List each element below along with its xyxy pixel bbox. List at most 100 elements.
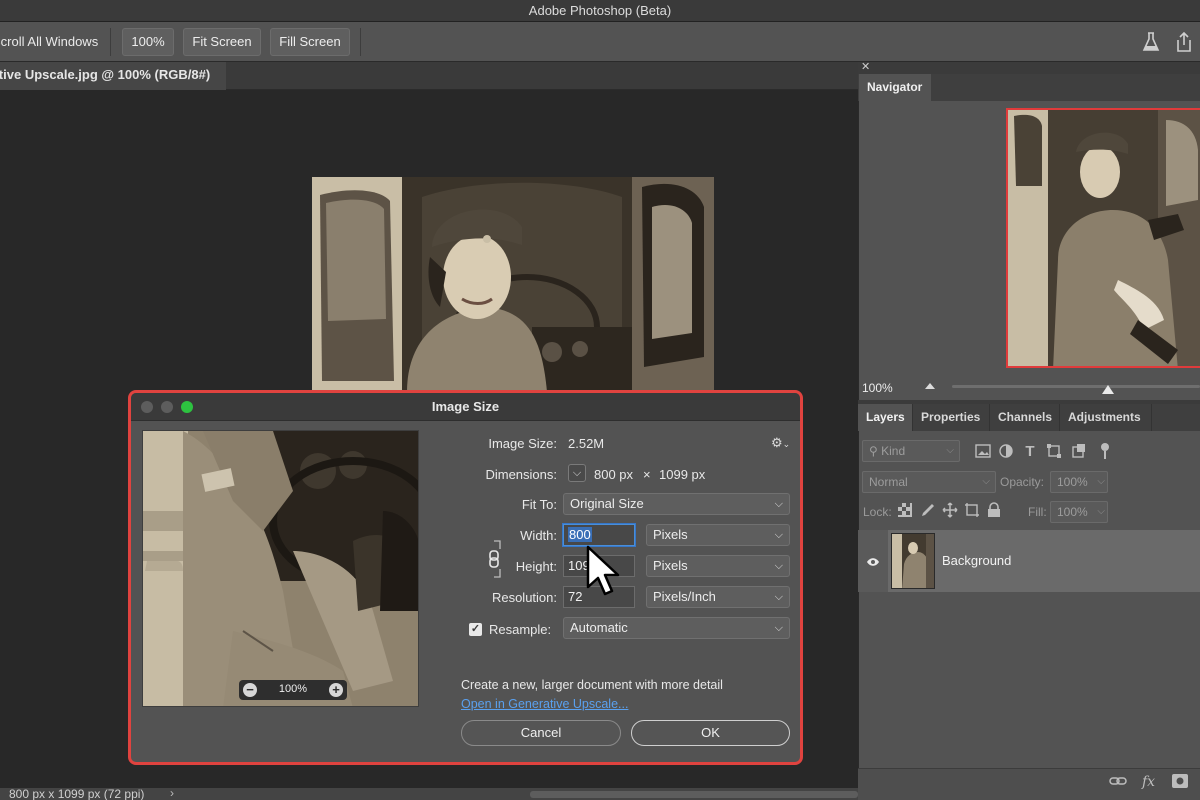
fit-screen-button[interactable]: Fit Screen	[183, 28, 261, 56]
chevron-down-icon: ⌵	[982, 476, 990, 487]
fit-to-select[interactable]: Original Size ⌵	[563, 493, 790, 515]
smart-object-filter-icon[interactable]	[1071, 443, 1087, 459]
chevron-right-icon[interactable]: ›	[170, 787, 174, 799]
ok-button[interactable]: OK	[631, 720, 790, 746]
fx-icon[interactable]: fx	[1142, 774, 1155, 790]
opacity-field[interactable]: 100% ⌵	[1050, 471, 1108, 493]
document-tab-strip	[226, 62, 858, 90]
search-icon: ⚲	[869, 444, 878, 458]
dimensions-times: ×	[643, 467, 651, 482]
layer-name[interactable]: Background	[942, 553, 1011, 568]
lock-artboard-icon[interactable]	[964, 502, 980, 523]
dimensions-height-value: 1099 px	[659, 467, 706, 482]
resolution-unit-select[interactable]: Pixels/Inch ⌵	[646, 586, 790, 608]
chevron-down-icon: ⌵	[572, 467, 582, 479]
width-unit-value: Pixels	[653, 527, 688, 542]
preview-zoom-control: − 100% +	[239, 680, 347, 700]
resample-value: Automatic	[570, 620, 628, 635]
navigator-zoom-value[interactable]: 100%	[862, 381, 893, 395]
link-layers-icon[interactable]	[1109, 774, 1127, 790]
close-icon[interactable]: ✕	[861, 60, 870, 73]
tab-navigator[interactable]: Navigator	[859, 74, 931, 101]
fill-screen-button[interactable]: Fill Screen	[270, 28, 350, 56]
width-input[interactable]: 800	[563, 524, 635, 546]
layer-thumbnail[interactable]	[891, 533, 935, 589]
zoom-out-mountain-icon[interactable]	[925, 383, 935, 389]
image-filter-icon[interactable]	[975, 443, 991, 459]
resample-checkbox[interactable]: ✓	[469, 623, 482, 636]
width-input-value: 800	[568, 527, 592, 542]
resample-label: Resample:	[489, 622, 552, 637]
horizontal-scrollbar[interactable]	[530, 791, 858, 798]
blend-mode-value: Normal	[869, 475, 908, 489]
height-label: Height:	[515, 559, 557, 574]
width-unit-select[interactable]: Pixels ⌵	[646, 524, 790, 546]
blend-mode-select[interactable]: Normal ⌵	[862, 471, 996, 493]
tab-channels[interactable]: Channels	[990, 404, 1060, 431]
document-tab-title: Generative Upscale.jpg @ 100% (RGB/8#)	[0, 67, 211, 82]
document-dimensions-status: 800 px x 1099 px (72 ppi)	[9, 787, 145, 800]
image-size-preview[interactable]: − 100% +	[142, 430, 419, 707]
dimensions-label: Dimensions:	[485, 467, 557, 482]
zoom-in-icon[interactable]: +	[329, 683, 343, 697]
document-tab[interactable]: Generative Upscale.jpg @ 100% (RGB/8#)	[0, 62, 226, 90]
image-size-dialog: Image Size − 100% + Image Size: 2.52M ⚙⌄…	[128, 390, 803, 765]
adjustment-filter-icon[interactable]	[998, 443, 1014, 459]
eye-icon[interactable]	[866, 554, 880, 572]
status-bar: 800 px x 1099 px (72 ppi) ›	[0, 787, 858, 800]
add-mask-icon[interactable]	[1172, 774, 1188, 791]
image-size-label: Image Size:	[488, 436, 557, 451]
generative-upscale-info: Create a new, larger document with more …	[461, 678, 723, 692]
tab-layers[interactable]: Layers	[858, 404, 913, 431]
lock-all-icon[interactable]	[987, 502, 1001, 523]
chevron-down-icon: ⌵	[774, 591, 783, 603]
dimensions-units-dropdown[interactable]: ⌵	[568, 464, 586, 482]
fill-label: Fill:	[1028, 505, 1047, 519]
tab-properties[interactable]: Properties	[913, 404, 990, 431]
fill-field[interactable]: 100% ⌵	[1050, 501, 1108, 523]
flask-icon[interactable]	[1137, 28, 1165, 56]
layer-kind-filter[interactable]: ⚲ Kind ⌵	[862, 440, 960, 462]
fit-to-label: Fit To:	[521, 497, 557, 512]
shape-filter-icon[interactable]	[1046, 443, 1062, 459]
layer-kind-filter-label: Kind	[881, 444, 906, 458]
scroll-all-windows-checkbox-label[interactable]: Scroll All Windows	[0, 34, 98, 49]
chevron-down-icon: ⌵	[1097, 506, 1105, 517]
app-title: Adobe Photoshop (Beta)	[528, 3, 672, 18]
lock-transparent-pixels-icon[interactable]	[898, 503, 912, 522]
navigator-zoom-slider-handle[interactable]	[1102, 385, 1115, 394]
resolution-unit-value: Pixels/Inch	[653, 589, 716, 604]
navigator-zoom-slider[interactable]	[952, 385, 1200, 388]
resolution-input-value: 72	[568, 589, 583, 604]
fill-value: 100%	[1057, 505, 1088, 519]
mouse-pointer-icon	[586, 545, 620, 602]
chevron-down-icon: ⌵	[946, 445, 954, 456]
opacity-label: Opacity:	[1000, 475, 1045, 489]
type-filter-icon[interactable]: T	[1022, 443, 1038, 460]
share-icon[interactable]	[1170, 28, 1198, 56]
panel-header-strip	[858, 62, 1200, 74]
zoom-100-button[interactable]: 100%	[122, 28, 174, 56]
height-unit-value: Pixels	[653, 558, 688, 573]
chevron-down-icon: ⌵	[774, 560, 783, 572]
navigator-preview[interactable]	[1006, 108, 1200, 368]
gear-icon[interactable]: ⚙⌄	[771, 435, 790, 451]
opacity-value: 100%	[1057, 475, 1088, 489]
cancel-button[interactable]: Cancel	[461, 720, 621, 746]
app-title-bar: Adobe Photoshop (Beta)	[0, 0, 1200, 22]
fit-to-value: Original Size	[570, 496, 644, 511]
lock-label: Lock:	[863, 505, 892, 519]
filter-toggle-icon[interactable]	[1097, 443, 1113, 459]
open-generative-upscale-link[interactable]: Open in Generative Upscale...	[461, 697, 628, 711]
resolution-label: Resolution:	[491, 590, 557, 605]
lock-position-icon[interactable]	[942, 502, 958, 523]
chevron-down-icon: ⌵	[774, 622, 783, 634]
height-unit-select[interactable]: Pixels ⌵	[646, 555, 790, 577]
document-canvas-image[interactable]	[312, 177, 714, 392]
width-label: Width:	[520, 528, 557, 543]
lock-image-pixels-icon[interactable]	[920, 502, 936, 523]
chevron-down-icon: ⌵	[1097, 476, 1105, 487]
options-divider	[110, 28, 111, 56]
resample-select[interactable]: Automatic ⌵	[563, 617, 790, 639]
tab-adjustments[interactable]: Adjustments	[1060, 404, 1152, 431]
